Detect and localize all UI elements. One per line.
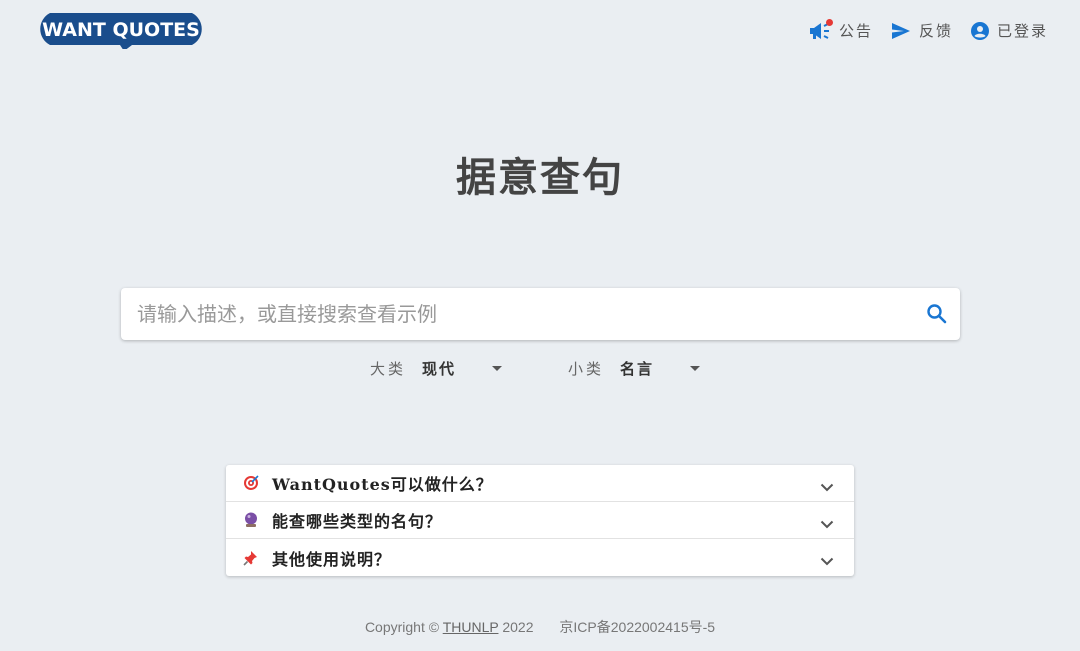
subcategory-value: 名言 xyxy=(620,360,655,378)
page-title: 据意查句 xyxy=(456,154,624,201)
category-value: 现代 xyxy=(422,360,457,378)
chevron-down-icon xyxy=(820,477,834,496)
feedback-label: 反馈 xyxy=(918,22,953,40)
logo-text: WANT QUOTES xyxy=(42,19,200,41)
chevron-down-icon xyxy=(820,551,834,570)
faq-question: WantQuotes可以做什么？ xyxy=(272,475,493,494)
account-label: 已登录 xyxy=(996,22,1048,40)
footer: Copyright © THUNLP 2022 京ICP备2022002415号… xyxy=(0,617,1080,637)
chevron-down-icon xyxy=(820,514,834,533)
dropdown-caret-icon xyxy=(690,366,701,371)
pushpin-emoji-icon xyxy=(242,550,260,566)
faq-question: 其他使用说明？ xyxy=(272,549,392,569)
filter-bar: 大类 现代 小类 名言 xyxy=(370,358,701,379)
megaphone-icon xyxy=(809,18,833,40)
copyright-prefix: Copyright © xyxy=(364,619,443,635)
faq-item-what-can-it-do[interactable]: WantQuotes可以做什么？ xyxy=(226,465,854,502)
search-icon[interactable] xyxy=(926,303,948,325)
category-filter: 大类 现代 xyxy=(370,358,503,379)
feedback-link[interactable]: 反馈 xyxy=(891,20,953,41)
category-select[interactable]: 现代 xyxy=(422,358,503,379)
faq-accordion: WantQuotes可以做什么？ 能查哪些类型的名句？ 其他使用说明？ xyxy=(226,465,854,576)
copyright-year: 2022 xyxy=(498,619,534,635)
subcategory-select[interactable]: 名言 xyxy=(620,358,701,379)
faq-item-quote-types[interactable]: 能查哪些类型的名句？ xyxy=(226,502,854,539)
top-navigation: 公告 反馈 已登录 xyxy=(809,18,1048,41)
subcategory-filter: 小类 名言 xyxy=(568,358,701,379)
send-icon xyxy=(891,22,911,40)
crystal-ball-emoji-icon xyxy=(242,512,260,528)
notification-dot xyxy=(825,18,833,26)
wantquotes-logo[interactable]: WANT QUOTES xyxy=(32,13,210,51)
icp-registration[interactable]: 京ICP备2022002415号-5 xyxy=(559,619,715,635)
search-box xyxy=(121,288,960,342)
account-link[interactable]: 已登录 xyxy=(970,20,1048,41)
subcategory-label: 小类 xyxy=(568,360,605,378)
target-emoji-icon xyxy=(242,475,260,491)
category-label: 大类 xyxy=(370,360,407,378)
account-circle-icon xyxy=(970,21,989,40)
announcement-label: 公告 xyxy=(838,22,873,40)
announcement-link[interactable]: 公告 xyxy=(809,18,873,41)
thunlp-link[interactable]: THUNLP xyxy=(443,619,499,635)
faq-question: 能查哪些类型的名句？ xyxy=(272,512,443,531)
faq-item-other-instructions[interactable]: 其他使用说明？ xyxy=(226,539,854,576)
dropdown-caret-icon xyxy=(492,366,503,371)
search-input[interactable] xyxy=(135,288,919,342)
